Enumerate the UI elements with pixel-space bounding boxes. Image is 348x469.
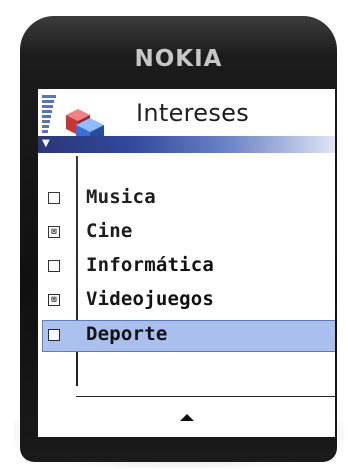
phone-screen: Intereses ▼ Musica ⊠ Cine Informática ⊠ …: [38, 89, 335, 437]
list-item-label: Videojuegos: [86, 288, 215, 310]
softkey-bar: [38, 402, 335, 432]
title-band: [38, 136, 335, 153]
list-item-cine[interactable]: ⊠ Cine: [38, 218, 335, 246]
list-item-label: Deporte: [86, 323, 168, 345]
checkbox-checked[interactable]: ⊠: [48, 226, 60, 238]
list-item-informatica[interactable]: Informática: [38, 252, 335, 280]
checkbox-unchecked[interactable]: [48, 192, 60, 204]
checkbox-unchecked[interactable]: [48, 329, 60, 341]
list-item-videojuegos[interactable]: ⊠ Videojuegos: [38, 286, 335, 314]
checkbox-unchecked[interactable]: [48, 260, 60, 272]
list-item-deporte[interactable]: Deporte: [38, 321, 335, 349]
up-arrow-icon[interactable]: [179, 413, 194, 421]
list-item-musica[interactable]: Musica: [38, 184, 335, 212]
list-item-label: Informática: [86, 254, 215, 276]
list-item-label: Musica: [86, 186, 156, 208]
checkbox-checked[interactable]: ⊠: [48, 294, 60, 306]
list-divider: [76, 396, 335, 397]
page-title: Intereses: [136, 99, 250, 127]
list-item-label: Cine: [86, 220, 133, 242]
brand-logo: NOKIA: [134, 46, 223, 72]
antenna-icon: ▼: [42, 138, 50, 149]
